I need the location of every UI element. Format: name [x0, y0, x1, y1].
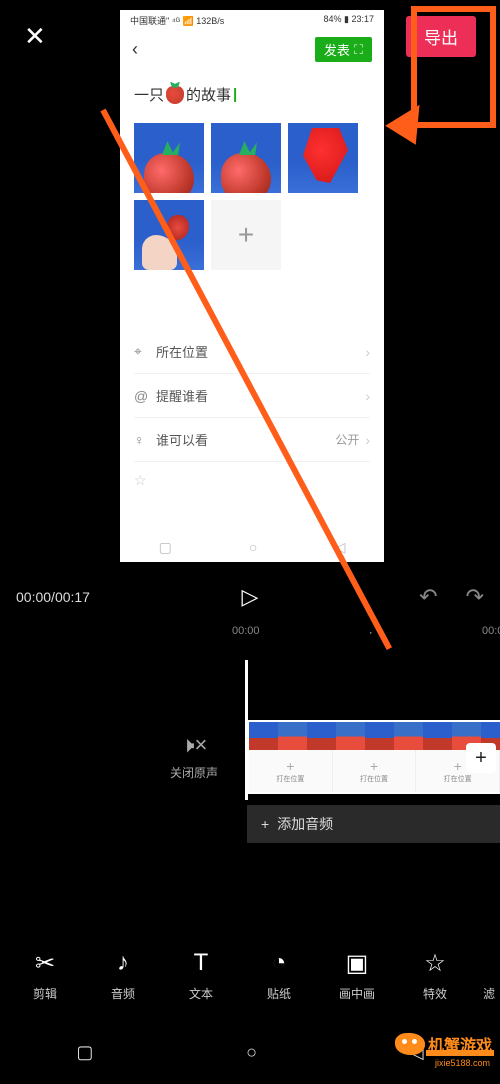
option-location: ⌖ 所在位置 ›	[134, 330, 370, 374]
plus-icon: +	[261, 816, 269, 832]
chevron-right-icon: ›	[365, 344, 370, 360]
video-clip[interactable]: +打在位置 +打在位置 +打在位置	[247, 720, 500, 794]
tool-fx[interactable]: ☆ 特效	[396, 949, 474, 1002]
tool-filter[interactable]: 滤	[474, 949, 500, 1002]
sticker-icon: ◔	[240, 949, 318, 979]
tool-text[interactable]: T 文本	[162, 949, 240, 1002]
grid-image	[134, 200, 204, 270]
tool-pip[interactable]: ▣ 画中画	[318, 949, 396, 1002]
clip-thumbnail	[278, 722, 307, 751]
text-cursor: |	[233, 86, 237, 103]
add-clip-button[interactable]: +	[466, 743, 496, 773]
clip-thumbnail	[394, 722, 423, 751]
clip-thumbnail	[365, 722, 394, 751]
clip-section: +打在位置	[249, 750, 333, 792]
option-mention: @ 提醒谁看 ›	[134, 374, 370, 418]
timeline-ruler[interactable]: 00:00 ● 00:02 ●	[0, 625, 500, 649]
phone-back-icon: ‹	[132, 39, 138, 60]
recent-icon: ▢	[159, 539, 172, 556]
home-button-icon[interactable]: ○	[246, 1042, 257, 1063]
publish-button: 发表 ⛶	[315, 37, 372, 62]
clip-thumbnail	[249, 722, 278, 751]
strawberry-emoji	[166, 86, 184, 104]
grid-image	[134, 123, 204, 193]
watermark-url: jixie5188.com	[435, 1058, 490, 1068]
back-icon: ◁	[335, 539, 346, 556]
ruler-mark: 00:02	[482, 625, 500, 649]
status-left: 中国联通" ⁴ᴳ 📶 132B/s	[130, 14, 224, 27]
crab-logo-icon	[395, 1033, 425, 1055]
pip-icon: ▣	[318, 949, 396, 979]
mention-icon: @	[134, 388, 156, 404]
export-button[interactable]: 导出	[406, 16, 476, 57]
grid-image	[211, 123, 281, 193]
post-title: 一只 的故事 |	[120, 68, 384, 113]
playhead[interactable]	[245, 660, 248, 800]
speaker-muted-icon: 🕨×	[170, 732, 218, 758]
text-icon: T	[162, 949, 240, 979]
music-note-icon: ♪	[84, 949, 162, 979]
tool-edit[interactable]: ✂ 剪辑	[6, 949, 84, 1002]
redo-button[interactable]: ↷	[466, 584, 484, 610]
mute-toggle[interactable]: 🕨× 关闭原声	[170, 732, 218, 781]
scissors-icon: ✂	[6, 949, 84, 979]
grid-image	[288, 123, 358, 193]
watermark: 机蟹游戏	[395, 1032, 492, 1056]
tool-sticker[interactable]: ◔ 贴纸	[240, 949, 318, 1002]
toolbar: ✂ 剪辑 ♪ 音频 T 文本 ◔ 贴纸 ▣ 画中画 ☆ 特效 滤	[0, 936, 500, 1014]
clip-thumbnail	[423, 722, 452, 751]
clip-thumbnail	[336, 722, 365, 751]
expand-icon: ⛶	[354, 42, 363, 58]
phone-nav-bar: ▢ ○ ◁	[120, 532, 384, 562]
option-visibility: ♀ 谁可以看 公开 ›	[134, 418, 370, 462]
time-display: 00:00/00:17	[16, 589, 90, 605]
undo-button[interactable]: ↶	[419, 584, 437, 610]
image-grid: +	[120, 113, 384, 280]
play-button[interactable]: ▷	[242, 584, 259, 610]
clip-section: +打在位置	[333, 750, 417, 792]
arrow-head-annotation	[385, 95, 435, 145]
favorite-icon: ☆	[134, 462, 370, 499]
ruler-mark: 00:00	[232, 625, 260, 649]
add-image-tile: +	[211, 200, 281, 270]
filter-icon	[474, 949, 500, 979]
status-right: 84% ▮ 23:17	[324, 14, 375, 27]
recent-apps-icon[interactable]: ▢	[76, 1042, 93, 1063]
add-audio-track[interactable]: + 添加音频	[247, 805, 500, 843]
close-icon[interactable]: ✕	[24, 21, 46, 52]
chevron-right-icon: ›	[365, 388, 370, 404]
clip-thumbnail	[307, 722, 336, 751]
location-icon: ⌖	[134, 343, 156, 360]
person-icon: ♀	[134, 432, 156, 448]
phone-status-bar: 中国联通" ⁴ᴳ 📶 132B/s 84% ▮ 23:17	[120, 10, 384, 31]
tool-audio[interactable]: ♪ 音频	[84, 949, 162, 1002]
chevron-right-icon: ›	[365, 432, 370, 448]
video-preview[interactable]: 中国联通" ⁴ᴳ 📶 132B/s 84% ▮ 23:17 ‹ 发表 ⛶ 一只 …	[120, 10, 384, 562]
home-icon: ○	[249, 539, 257, 555]
star-icon: ☆	[396, 949, 474, 979]
